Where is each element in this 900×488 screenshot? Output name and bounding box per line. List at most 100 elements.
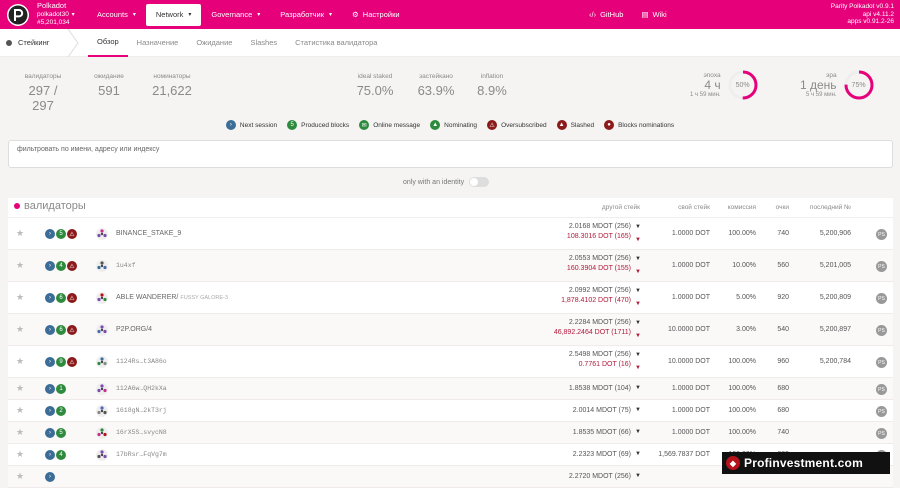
- expand-stake-icon[interactable]: ▼: [635, 429, 641, 435]
- validator-name[interactable]: 16rX5S…svycN8: [116, 429, 167, 436]
- validator-name[interactable]: ABLE WANDERER/ FUSSY GALORE-3: [116, 294, 228, 301]
- commission: 100.00%: [728, 429, 756, 436]
- nav-governance[interactable]: Governance ▾: [201, 5, 270, 25]
- expand-nominators-icon[interactable]: ▼: [635, 365, 641, 371]
- expand-stake-icon[interactable]: ▼: [635, 407, 641, 413]
- star-icon[interactable]: ★: [16, 324, 24, 335]
- expand-nominators-icon[interactable]: ▼: [635, 237, 641, 243]
- other-stake: 2.2323 MDOT (69): [572, 451, 631, 458]
- star-icon[interactable]: ★: [16, 383, 24, 394]
- validator-name[interactable]: 1618gN…2kT3rj: [116, 407, 167, 414]
- star-icon[interactable]: ★: [16, 427, 24, 438]
- era-points: 540: [777, 326, 789, 333]
- expand-stake-icon[interactable]: ▼: [635, 224, 641, 230]
- polkascan-link-icon[interactable]: PS: [876, 325, 887, 336]
- legend-item: 5 Produced blocks: [287, 120, 349, 130]
- expand-stake-icon[interactable]: ▼: [635, 288, 641, 294]
- wiki-link[interactable]: ▤ Wiki: [632, 5, 675, 25]
- next-session-icon: ›: [45, 450, 55, 460]
- produced-blocks-badge: 5: [56, 229, 66, 239]
- star-icon[interactable]: ★: [16, 471, 24, 482]
- polkascan-link-icon[interactable]: PS: [876, 357, 887, 368]
- chain-name: Polkadot: [37, 1, 67, 11]
- polkascan-link-icon[interactable]: PS: [876, 428, 887, 439]
- tab-waiting[interactable]: Ожидание: [187, 29, 241, 57]
- polkascan-link-icon[interactable]: PS: [876, 229, 887, 240]
- main-nav: Accounts ▾ Network ▾ Governance ▾ Разработч…: [87, 0, 410, 29]
- identicon-avatar[interactable]: [96, 324, 108, 336]
- star-icon[interactable]: ★: [16, 292, 24, 303]
- identicon-avatar[interactable]: [96, 383, 108, 395]
- nav-network[interactable]: Network ▾: [145, 3, 202, 26]
- validator-name[interactable]: 1u4xf: [116, 262, 136, 269]
- tab-slashes[interactable]: Slashes: [241, 29, 286, 57]
- filter-input[interactable]: фильтровать по имени, адресу или индексу: [8, 140, 893, 168]
- expand-stake-icon[interactable]: ▼: [635, 473, 641, 479]
- other-stake: 1.8535 MDOT (66): [572, 429, 631, 436]
- polkadot-logo-icon[interactable]: [5, 2, 31, 28]
- commission: 100.00%: [728, 358, 756, 365]
- polkascan-link-icon[interactable]: PS: [876, 406, 887, 417]
- expand-stake-icon[interactable]: ▼: [635, 451, 641, 457]
- expand-stake-icon[interactable]: ▼: [635, 385, 641, 391]
- identicon-avatar[interactable]: [96, 449, 108, 461]
- polkascan-link-icon[interactable]: PS: [876, 261, 887, 272]
- identicon-avatar[interactable]: [96, 228, 108, 240]
- expand-nominators-icon[interactable]: ▼: [635, 333, 641, 339]
- star-icon[interactable]: ★: [16, 449, 24, 460]
- legend-item: ⚠ Oversubscribed: [487, 120, 547, 130]
- expand-nominators-icon[interactable]: ▼: [635, 301, 641, 307]
- stat-inflation: inflation 8.9%: [477, 73, 507, 98]
- section-staking[interactable]: Стейкинг: [0, 29, 70, 57]
- chain-selector[interactable]: Polkadot polkadot30 ▾ #5,201,034: [37, 2, 83, 27]
- validator-name[interactable]: 1124Rs…t3A86o: [116, 358, 167, 365]
- last-block: 5,201,005: [819, 262, 851, 269]
- produced-blocks-badge: 9: [56, 357, 66, 367]
- expand-stake-icon[interactable]: ▼: [635, 256, 641, 262]
- expand-stake-icon[interactable]: ▼: [635, 320, 641, 326]
- tab-targets[interactable]: Назначение: [128, 29, 188, 57]
- tab-validator-stats[interactable]: Статистика валидатора: [286, 29, 386, 57]
- chain-block: #5,201,034: [37, 19, 70, 27]
- validator-badges: › 5: [45, 428, 66, 438]
- identicon-avatar[interactable]: [96, 260, 108, 272]
- star-icon[interactable]: ★: [16, 405, 24, 416]
- tab-overview[interactable]: Обзор: [88, 29, 128, 57]
- epoch-ring: 50%: [727, 69, 759, 101]
- code-icon: ‹/›: [589, 10, 597, 19]
- identicon-avatar[interactable]: [96, 427, 108, 439]
- star-icon[interactable]: ★: [16, 260, 24, 271]
- expand-nominators-icon[interactable]: ▼: [635, 269, 641, 275]
- legend-badge-icon: ▲: [430, 120, 441, 130]
- validator-name[interactable]: 112A6w…QH2kXa: [116, 385, 167, 392]
- legend-item: ▲ Nominating: [430, 120, 477, 130]
- polkascan-link-icon[interactable]: PS: [876, 293, 887, 304]
- identicon-avatar[interactable]: [96, 292, 108, 304]
- chevron-down-icon: ▾: [132, 12, 136, 18]
- validator-name[interactable]: BINANCE_STAKE_9: [116, 230, 181, 237]
- nav-developer[interactable]: Разработчик ▾: [270, 5, 342, 25]
- validator-name[interactable]: P2P.ORG/4: [116, 326, 152, 333]
- other-stake: 2.0553 MDOT (256) 160.3904 DOT (155): [566, 255, 631, 272]
- nav-accounts[interactable]: Accounts ▾: [87, 5, 146, 25]
- identicon-avatar[interactable]: [96, 405, 108, 417]
- validator-badges: › 4: [45, 450, 66, 460]
- expand-stake-icon[interactable]: ▼: [635, 352, 641, 358]
- identity-toggle[interactable]: [469, 177, 490, 187]
- polkascan-link-icon[interactable]: PS: [876, 384, 887, 395]
- star-icon[interactable]: ★: [16, 228, 24, 239]
- github-link[interactable]: ‹/› GitHub: [580, 5, 632, 25]
- commission: 100.00%: [728, 385, 756, 392]
- other-stake: 2.0014 MDOT (75): [572, 407, 631, 414]
- own-stake: 1.0000 DOT: [671, 262, 710, 269]
- identicon-avatar[interactable]: [96, 356, 108, 368]
- validator-name[interactable]: 17bRsr…FqVg7m: [116, 451, 167, 458]
- commission: 5.00%: [736, 294, 756, 301]
- stat-validators: валидаторы 297 / 297: [24, 73, 62, 113]
- validator-badges: › 1: [45, 384, 66, 394]
- commission: 10.00%: [732, 262, 756, 269]
- table-row: ★ › 6 ⚠ ABLE WANDERER/ FUSSY GALORE-3 2.0…: [8, 282, 893, 314]
- validator-badges: › 5 ⚠: [45, 229, 77, 239]
- star-icon[interactable]: ★: [16, 356, 24, 367]
- nav-settings[interactable]: ⚙ Настройки: [342, 5, 410, 25]
